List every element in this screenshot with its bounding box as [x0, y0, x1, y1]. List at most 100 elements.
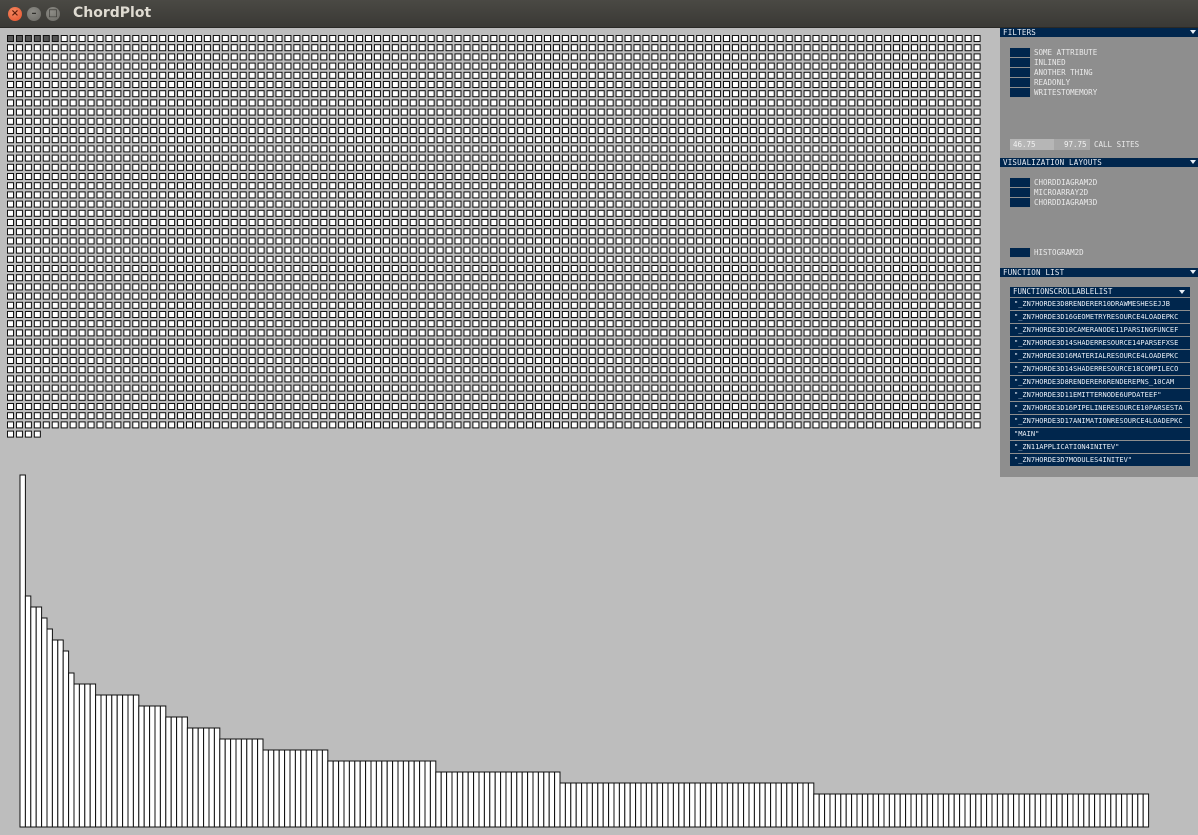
microarray-cell[interactable]: [212, 62, 220, 70]
microarray-cell[interactable]: [114, 311, 122, 318]
microarray-cell[interactable]: [642, 136, 650, 144]
histogram-bar[interactable]: [915, 793, 923, 828]
microarray-cell[interactable]: [365, 228, 372, 236]
microarray-cell[interactable]: [910, 53, 918, 61]
microarray-cell[interactable]: [517, 62, 525, 70]
microarray-cell[interactable]: [248, 301, 256, 309]
microarray-cell[interactable]: [60, 237, 68, 245]
microarray-cell[interactable]: [875, 163, 883, 171]
microarray-cell[interactable]: [642, 154, 650, 162]
microarray-cell[interactable]: [320, 44, 328, 52]
microarray-cell[interactable]: [266, 403, 274, 410]
microarray-cell[interactable]: [937, 81, 945, 88]
microarray-cell[interactable]: [579, 338, 587, 346]
microarray-cell[interactable]: [749, 62, 757, 70]
microarray-cell[interactable]: [186, 357, 193, 364]
microarray-cell[interactable]: [767, 71, 775, 79]
microarray-cell[interactable]: [114, 246, 122, 254]
microarray-cell[interactable]: [902, 209, 909, 217]
microarray-cell[interactable]: [955, 265, 963, 272]
microarray-cell[interactable]: [51, 127, 59, 134]
microarray-cell[interactable]: [839, 173, 847, 180]
microarray-cell[interactable]: [132, 53, 140, 61]
microarray-cell[interactable]: [418, 154, 426, 162]
histogram-bar[interactable]: [737, 782, 745, 828]
histogram-bar[interactable]: [521, 771, 529, 828]
microarray-cell[interactable]: [436, 292, 444, 300]
microarray-cell[interactable]: [15, 99, 23, 107]
microarray-cell[interactable]: [964, 62, 972, 70]
microarray-cell[interactable]: [964, 338, 972, 346]
microarray-cell[interactable]: [490, 375, 498, 383]
microarray-cell[interactable]: [338, 99, 346, 107]
microarray-cell[interactable]: [150, 62, 158, 70]
microarray-cell[interactable]: [740, 347, 748, 355]
microarray-cell[interactable]: [624, 403, 632, 410]
microarray-cell[interactable]: [427, 219, 435, 226]
microarray-cell[interactable]: [347, 127, 355, 134]
microarray-cell[interactable]: [785, 163, 793, 171]
histogram-bar[interactable]: [262, 749, 269, 828]
microarray-cell[interactable]: [731, 375, 739, 383]
microarray-cell[interactable]: [24, 347, 32, 355]
microarray-cell[interactable]: [96, 403, 104, 410]
microarray-cell[interactable]: [884, 182, 892, 190]
microarray-cell[interactable]: [526, 117, 534, 125]
microarray-cell[interactable]: [248, 246, 256, 254]
microarray-cell[interactable]: [839, 145, 847, 153]
microarray-cell[interactable]: [320, 320, 328, 328]
microarray-cell[interactable]: [275, 255, 283, 263]
microarray-cell[interactable]: [857, 412, 865, 420]
microarray-cell[interactable]: [257, 117, 265, 125]
histogram-bar[interactable]: [294, 749, 302, 828]
microarray-cell[interactable]: [642, 53, 650, 61]
microarray-cell[interactable]: [937, 347, 945, 355]
microarray-cell[interactable]: [687, 237, 695, 245]
microarray-cell[interactable]: [964, 163, 972, 171]
microarray-cell[interactable]: [508, 412, 516, 420]
microarray-cell[interactable]: [615, 375, 623, 383]
microarray-cell[interactable]: [499, 90, 507, 98]
microarray-cell[interactable]: [51, 255, 59, 263]
microarray-cell[interactable]: [132, 117, 140, 125]
microarray-cell[interactable]: [749, 375, 757, 383]
microarray-cell[interactable]: [535, 99, 543, 107]
microarray-cell[interactable]: [248, 265, 256, 272]
microarray-cell[interactable]: [400, 99, 408, 107]
histogram-bar[interactable]: [84, 683, 91, 828]
microarray-cell[interactable]: [320, 90, 328, 98]
microarray-cell[interactable]: [382, 99, 390, 107]
microarray-cell[interactable]: [87, 117, 95, 125]
microarray-cell[interactable]: [257, 384, 265, 392]
microarray-cell[interactable]: [848, 154, 856, 162]
microarray-cell[interactable]: [937, 311, 945, 318]
microarray-cell[interactable]: [141, 412, 149, 420]
microarray-cell[interactable]: [893, 136, 901, 144]
microarray-cell[interactable]: [347, 366, 355, 374]
microarray-cell[interactable]: [669, 274, 677, 282]
microarray-cell[interactable]: [168, 246, 176, 254]
microarray-cell[interactable]: [203, 292, 211, 300]
microarray-cell[interactable]: [194, 357, 202, 364]
microarray-cell[interactable]: [660, 154, 668, 162]
microarray-cell[interactable]: [141, 62, 149, 70]
microarray-cell[interactable]: [848, 127, 856, 134]
microarray-cell[interactable]: [535, 62, 543, 70]
microarray-cell[interactable]: [499, 191, 507, 199]
microarray-cell[interactable]: [705, 173, 713, 180]
microarray-cell[interactable]: [570, 265, 578, 272]
microarray-cell[interactable]: [194, 173, 202, 180]
microarray-cell[interactable]: [839, 384, 847, 392]
microarray-cell[interactable]: [373, 301, 381, 309]
microarray-cell[interactable]: [821, 237, 829, 245]
microarray-cell[interactable]: [69, 347, 77, 355]
microarray-cell[interactable]: [194, 99, 202, 107]
histogram-bar[interactable]: [132, 694, 140, 828]
microarray-cell[interactable]: [884, 145, 892, 153]
microarray-cell[interactable]: [284, 81, 292, 88]
microarray-cell[interactable]: [311, 117, 319, 125]
microarray-cell[interactable]: [293, 62, 301, 70]
microarray-cell[interactable]: [356, 283, 364, 291]
microarray-cell[interactable]: [373, 393, 381, 401]
microarray-cell[interactable]: [866, 136, 874, 144]
